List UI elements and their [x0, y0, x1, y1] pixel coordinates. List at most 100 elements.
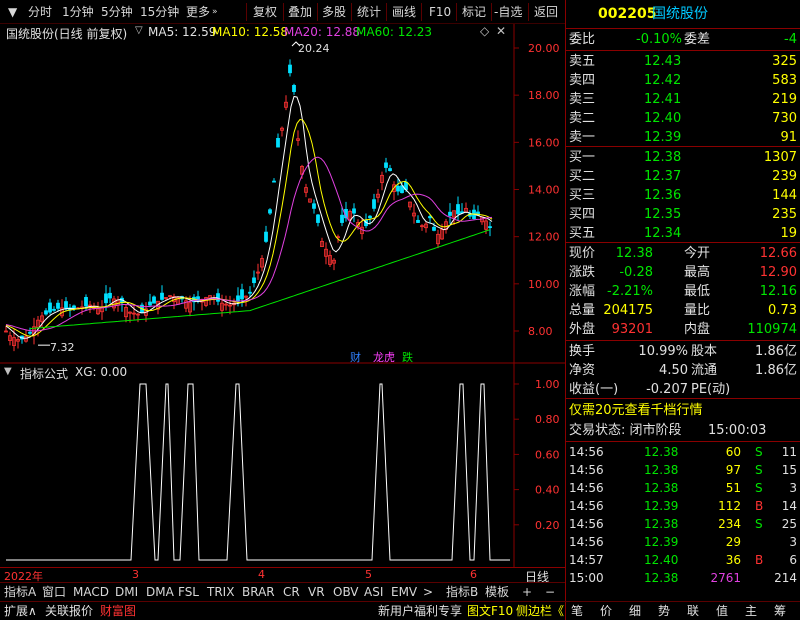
- quote-tab[interactable]: 联: [687, 602, 699, 620]
- tab-dmi[interactable]: DMI: [115, 583, 138, 601]
- tick-side: S: [755, 481, 763, 495]
- stat-label: PE(动): [691, 382, 731, 397]
- quote-tab[interactable]: 筹: [774, 602, 786, 620]
- tab-trix[interactable]: TRIX: [207, 583, 234, 601]
- bid-volume: 144: [772, 188, 797, 203]
- ask-row[interactable]: 卖三 12.41 219: [566, 90, 800, 109]
- duogu-button[interactable]: 多股: [322, 3, 346, 21]
- biaoji-button[interactable]: 标记: [462, 3, 486, 21]
- ask-label: 卖五: [569, 54, 596, 69]
- menu-icon[interactable]: ▼: [8, 3, 17, 21]
- tab-indicator-b[interactable]: 指标B: [446, 583, 478, 601]
- stat-row: 总量 204175 量比 0.73: [566, 301, 800, 320]
- kline-chart[interactable]: 国统股份(日线 前复权) ▽ MA5: 12.59 MA10: 12.58 MA…: [0, 24, 565, 364]
- bid-row[interactable]: 买四 12.35 235: [566, 205, 800, 224]
- ask-price: 12.39: [644, 130, 682, 145]
- huaxian-button[interactable]: 画线: [392, 3, 416, 21]
- tabs-next-icon[interactable]: >: [423, 583, 433, 601]
- stat-label: 今开: [684, 246, 711, 261]
- bid-row[interactable]: 买二 12.37 239: [566, 167, 800, 186]
- y-tick-label: 18.00: [528, 89, 560, 102]
- tab-macd[interactable]: MACD: [73, 583, 109, 601]
- promo-text[interactable]: 仅需20元查看千档行情: [569, 401, 703, 420]
- ask-row[interactable]: 卖五 12.43 325: [566, 52, 800, 71]
- f10-text-button[interactable]: 图文F10: [467, 602, 513, 620]
- tick-price: 12.38: [644, 517, 679, 531]
- tick-price: 12.38: [644, 445, 679, 459]
- stock-name: 国统股份: [652, 6, 708, 22]
- ask-row[interactable]: 卖四 12.42 583: [566, 71, 800, 90]
- tab-15min[interactable]: 15分钟: [140, 3, 179, 21]
- bid-row[interactable]: 买一 12.38 1307: [566, 148, 800, 167]
- quote-tab[interactable]: 笔: [571, 602, 583, 620]
- bid-row[interactable]: 买三 12.36 144: [566, 186, 800, 205]
- ask-row[interactable]: 卖二 12.40 730: [566, 109, 800, 128]
- tick-volume: 36: [725, 553, 741, 567]
- bid-volume: 1307: [763, 150, 797, 165]
- more-chevron-icon[interactable]: »: [212, 3, 218, 21]
- tab-brar[interactable]: BRAR: [242, 583, 275, 601]
- tab-template[interactable]: 模板: [485, 583, 509, 601]
- tab-fsl[interactable]: FSL: [178, 583, 199, 601]
- quote-tab[interactable]: 细: [629, 602, 641, 620]
- tab-cr[interactable]: CR: [283, 583, 300, 601]
- tab-asi[interactable]: ASI: [364, 583, 383, 601]
- bid-price: 12.35: [644, 207, 682, 222]
- bid-row[interactable]: 买五 12.34 19: [566, 224, 800, 243]
- stat-value: 12.66: [759, 246, 797, 261]
- f10-button[interactable]: F10: [429, 3, 451, 21]
- stat-label: 流通: [691, 363, 718, 378]
- sidebar-toggle[interactable]: 侧边栏《: [516, 602, 564, 620]
- tick-time: 14:56: [569, 445, 604, 459]
- badge-die[interactable]: 跌: [402, 349, 413, 365]
- new-user-promo[interactable]: 新用户福利专享: [378, 602, 462, 620]
- tick-count: 15: [781, 463, 797, 477]
- tab-5min[interactable]: 5分钟: [101, 3, 133, 21]
- tick-row: 14:56 12.38 51 S 3: [566, 479, 800, 497]
- badge-cai[interactable]: 财: [350, 349, 361, 365]
- tab-emv[interactable]: EMV: [391, 583, 417, 601]
- promo-row[interactable]: 仅需20元查看千档行情: [566, 401, 800, 420]
- tab-window[interactable]: 窗口: [42, 583, 66, 601]
- quote-tab[interactable]: 势: [658, 602, 670, 620]
- quote-tab[interactable]: 主: [745, 602, 757, 620]
- tab-fenshi[interactable]: 分时: [28, 3, 52, 21]
- tab-indicator-a[interactable]: 指标A: [4, 583, 36, 601]
- wealth-chart-button[interactable]: 财富图: [100, 602, 136, 620]
- tick-row: 15:00 12.38 2761 214: [566, 569, 800, 587]
- diejia-button[interactable]: 叠加: [288, 3, 312, 21]
- ask-price: 12.40: [644, 111, 682, 126]
- quote-tab[interactable]: 值: [716, 602, 728, 620]
- more-menu[interactable]: 更多: [186, 3, 210, 21]
- stat-row: 净资 4.50 流通 1.86亿: [566, 361, 800, 380]
- ask-label: 卖一: [569, 130, 596, 145]
- tick-price: 12.40: [644, 553, 679, 567]
- badge-longhu[interactable]: 龙虎: [373, 349, 395, 365]
- tick-row: 14:56 12.38 97 S 15: [566, 461, 800, 479]
- zixuan-button[interactable]: -自选: [494, 3, 522, 21]
- fuquan-button[interactable]: 复权: [253, 3, 277, 21]
- ask-volume: 730: [772, 111, 797, 126]
- tick-price: 12.39: [644, 535, 679, 549]
- back-button[interactable]: 返回: [534, 3, 558, 21]
- add-icon[interactable]: +: [522, 583, 532, 601]
- stat-value: 1.86亿: [755, 363, 797, 378]
- ask-price: 12.43: [644, 54, 682, 69]
- tick-time: 14:56: [569, 517, 604, 531]
- tab-dma[interactable]: DMA: [146, 583, 174, 601]
- tick-row: 14:56 12.39 112 B 14: [566, 497, 800, 515]
- tab-vr[interactable]: VR: [308, 583, 325, 601]
- stat-row: 涨幅 -2.21% 最低 12.16: [566, 282, 800, 301]
- stat-label: 内盘: [684, 322, 711, 337]
- tab-1min[interactable]: 1分钟: [62, 3, 94, 21]
- ind-y-tick-label: 0.40: [535, 484, 560, 497]
- tongji-button[interactable]: 统计: [357, 3, 381, 21]
- remove-icon[interactable]: −: [545, 583, 555, 601]
- related-quote-button[interactable]: 关联报价: [45, 602, 93, 620]
- ask-row[interactable]: 卖一 12.39 91: [566, 128, 800, 147]
- indicator-chart[interactable]: ▼ 指标公式 XG: 0.00 1.00 0.80 0.60 0.40 0.20: [0, 364, 565, 567]
- expand-button[interactable]: 扩展∧: [4, 602, 37, 620]
- quote-panel: 002205 国统股份 委比 -0.10% 委差 -4 仅需20元查看千档行情 …: [565, 0, 800, 620]
- quote-tab[interactable]: 价: [600, 602, 612, 620]
- tab-obv[interactable]: OBV: [333, 583, 359, 601]
